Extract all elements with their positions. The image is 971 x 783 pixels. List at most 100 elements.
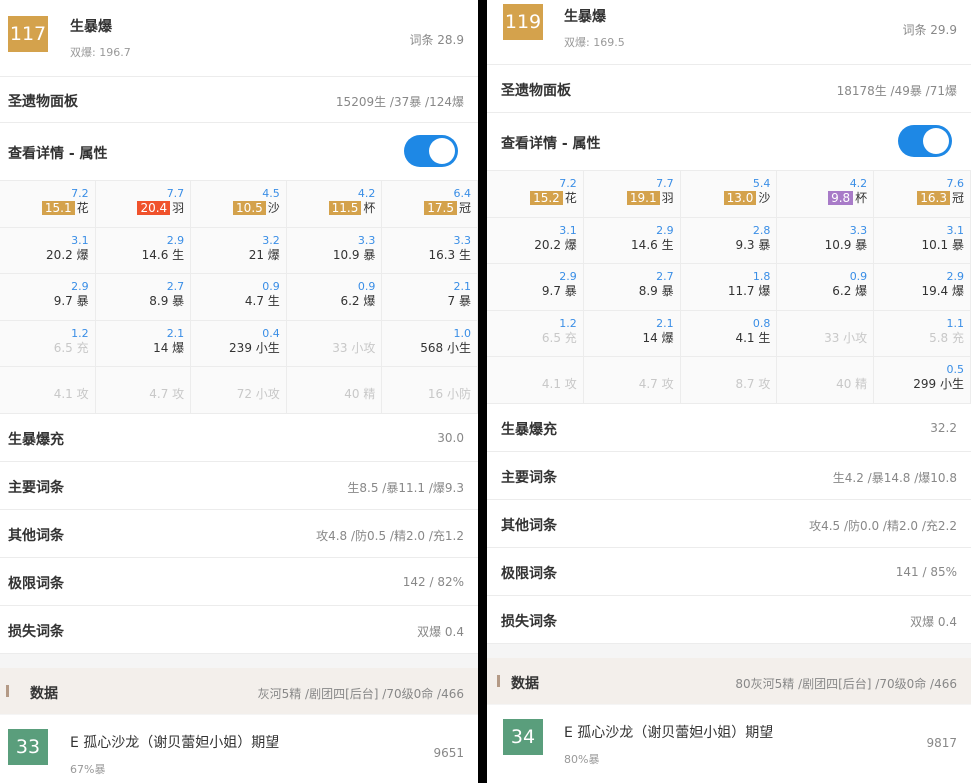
relic-value: 18178生 /49暴 /71爆 [836, 84, 957, 98]
cell-text: 20.2 爆 [46, 247, 89, 262]
stat-value: 生8.5 /暴11.1 /爆9.3 [347, 481, 464, 495]
stat-row: 损失词条 双爆 0.4 [0, 606, 478, 654]
grid-cell: 2.7 8.9 暴 [95, 274, 192, 321]
cell-value: 9.8 杯 [828, 189, 867, 206]
bottom-item-row[interactable]: 34 E 孤心沙龙（谢贝蕾妲小姐）期望 80%暴 9817 [487, 705, 971, 783]
grid-cell: 2.1 14 爆 [583, 310, 681, 358]
level-badge: 33 [8, 729, 48, 765]
cell-text: 9.7 暴 [53, 294, 89, 309]
cell-text: 14.6 生 [631, 237, 674, 252]
stat-value: 双爆 0.4 [417, 625, 464, 639]
top-item-row[interactable]: 117 生暴爆 双爆: 196.7 词条 28.9 [0, 0, 478, 77]
cell-text: 19.4 爆 [921, 284, 964, 299]
left-panel: 117 生暴爆 双爆: 196.7 词条 28.9 圣遗物面板 15209生 /… [0, 0, 478, 783]
cell-value: 40 精 [344, 385, 375, 402]
relic-label: 圣遗物面板 [8, 94, 78, 110]
cell-value: 299 小生 [913, 375, 964, 392]
cell-text: 杯 [363, 201, 376, 215]
details-row: 查看详情 - 属性 [487, 113, 971, 171]
cell-value: 4.7 生 [245, 292, 280, 309]
grid-cell: 1.2 6.5 充 [0, 320, 96, 368]
data-section-header[interactable]: 数据 80灰河5精 /剧团四[后台] /70级0命 /466 [487, 658, 971, 704]
section-value: 80灰河5精 /剧团四[后台] /70级0命 /466 [735, 677, 957, 691]
stat-label: 主要词条 [8, 480, 64, 496]
details-label: 查看详情 - 属性 [8, 146, 108, 162]
item-right-value: 9817 [926, 736, 957, 750]
stat-value: 攻4.8 /防0.5 /精2.0 /充1.2 [316, 529, 464, 543]
cell-value: 14 爆 [153, 339, 184, 356]
grid-cell: 4.2 9.8 杯 [777, 171, 875, 218]
grid-cell: 0.5 299 小生 [874, 357, 971, 404]
stat-label: 损失词条 [8, 624, 64, 640]
cell-text: 6.5 充 [541, 330, 577, 345]
cell-value: 8.9 暴 [639, 282, 674, 299]
cell-text: 14 爆 [153, 340, 185, 355]
item-name: 生暴爆 [70, 19, 112, 35]
stat-row: 主要词条 生4.2 /暴14.8 /爆10.8 [487, 452, 971, 500]
cell-text: 6.2 爆 [832, 284, 868, 299]
cell-text: 冠 [951, 191, 964, 205]
cell-value: 10.1 暴 [921, 236, 964, 253]
cell-value: 10.9 暴 [825, 236, 868, 253]
grid-cell: 7.6 16.3 冠 [874, 171, 971, 218]
cell-value: 14 爆 [643, 329, 674, 346]
slot-score-chip: 15.1 [41, 201, 75, 215]
grid-cell: 4.1 攻 [0, 367, 96, 414]
details-toggle[interactable] [898, 125, 952, 157]
section-label: 数据 [511, 676, 539, 692]
grid-cell: 2.9 14.6 生 [95, 227, 192, 275]
slot-score-chip: 16.3 [917, 191, 950, 205]
grid-cell: 8.7 攻 [680, 357, 778, 404]
stat-label: 生暴爆充 [501, 422, 557, 438]
cell-text: 9.3 暴 [735, 237, 771, 252]
cell-value: 8.7 攻 [735, 375, 770, 392]
cell-value: 13.0 沙 [723, 189, 770, 206]
cell-text: 239 小生 [229, 340, 280, 355]
details-toggle[interactable] [404, 135, 458, 167]
cell-text: 沙 [267, 201, 280, 215]
cell-text: 4.1 攻 [541, 377, 577, 392]
section-marker [497, 675, 500, 687]
stat-value: 生4.2 /暴14.8 /爆10.8 [832, 471, 957, 485]
cell-value: 33 小攻 [824, 329, 867, 346]
cell-text: 10.9 暴 [824, 237, 868, 252]
cell-text: 16 小防 [427, 387, 471, 402]
data-section-header[interactable]: 数据 灰河5精 /剧团四[后台] /70级0命 /466 [0, 668, 478, 714]
cell-text: 4.7 攻 [149, 387, 185, 402]
stat-row: 其他词条 攻4.5 /防0.0 /精2.0 /充2.2 [487, 500, 971, 548]
cell-value: 17.5 冠 [424, 199, 471, 216]
grid-cell: 4.1 攻 [487, 357, 584, 404]
grid-cell: 72 小攻 [191, 367, 287, 414]
cell-text: 568 小生 [420, 340, 471, 355]
cell-text: 40 精 [836, 377, 868, 392]
level-badge: 34 [503, 719, 543, 755]
cell-text: 72 小攻 [236, 387, 280, 402]
relic-value: 15209生 /37暴 /124爆 [335, 95, 464, 109]
grid-cell: 4.2 11.5 杯 [286, 181, 383, 228]
grid-cell: 0.8 4.1 生 [680, 310, 778, 358]
cell-text: 33 小攻 [824, 330, 868, 345]
relic-label: 圣遗物面板 [501, 83, 571, 99]
section-value: 灰河5精 /剧团四[后台] /70级0命 /466 [257, 687, 464, 701]
cell-text: 冠 [458, 201, 471, 215]
cell-text: 6.5 充 [53, 340, 89, 355]
cell-value: 9.7 暴 [542, 282, 577, 299]
cell-text: 花 [76, 201, 89, 215]
cell-value: 20.2 爆 [534, 236, 577, 253]
cell-text: 11.7 爆 [727, 284, 771, 299]
slot-score-chip: 9.8 [828, 191, 854, 205]
cell-value: 4.7 攻 [639, 375, 674, 392]
top-item-row[interactable]: 119 生暴爆 双爆: 169.5 词条 29.9 [487, 0, 971, 65]
cell-value: 6.5 充 [542, 329, 577, 346]
cell-text: 8.7 攻 [735, 377, 771, 392]
cell-value: 19.4 爆 [921, 282, 964, 299]
section-label: 数据 [30, 686, 58, 702]
grid-cell: 2.9 19.4 爆 [874, 264, 971, 311]
grid-cell: 2.9 14.6 生 [583, 217, 681, 265]
bottom-item-row[interactable]: 33 E 孤心沙龙（谢贝蕾妲小姐）期望 67%暴 9651 [0, 715, 478, 783]
grid-cell: 0.9 4.7 生 [191, 274, 287, 321]
grid-cell: 2.7 8.9 暴 [583, 264, 681, 311]
cell-value: 6.2 爆 [832, 282, 867, 299]
cell-value: 20.2 爆 [46, 246, 89, 263]
grid-cell: 0.9 6.2 爆 [286, 274, 383, 321]
